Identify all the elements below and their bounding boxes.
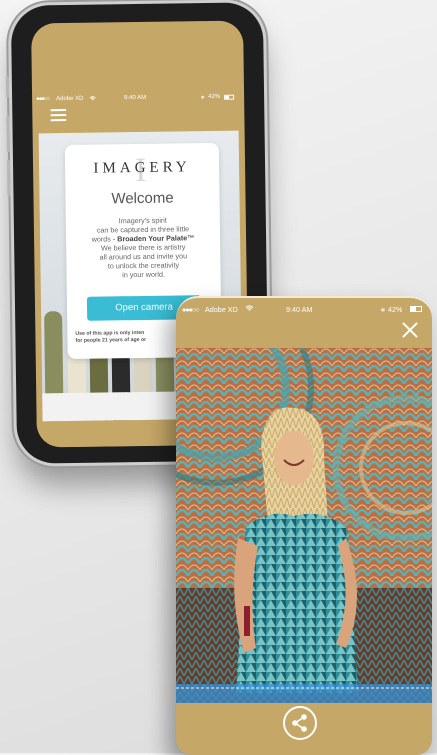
wifi-icon xyxy=(245,305,254,314)
side-button xyxy=(5,75,10,98)
menu-icon[interactable] xyxy=(50,109,67,122)
close-icon[interactable] xyxy=(402,322,418,338)
status-bar: ●●●○○ Adobe XD 9:40 AM ∗ 42% xyxy=(176,302,432,318)
status-time: 9:40 AM xyxy=(286,305,313,314)
battery-icon xyxy=(410,306,422,312)
bluetooth-icon: ∗ xyxy=(200,95,206,102)
welcome-body: Imagery's spirit can be captured in thre… xyxy=(76,215,211,280)
carrier-name: Adobe XD xyxy=(56,95,84,103)
status-time: 9:40 AM xyxy=(124,94,147,102)
body-line-prefix: words - xyxy=(91,234,118,244)
bluetooth-icon: ∗ xyxy=(380,305,387,314)
front-phone-screen: ●●●○○ Adobe XD 9:40 AM ∗ 42% xyxy=(176,296,432,755)
wifi-icon xyxy=(89,96,96,104)
battery-percent: 42% xyxy=(208,93,221,101)
status-bar: ●●●○○ Adobe XD 9:40 AM ∗ 42% xyxy=(32,89,244,110)
welcome-title: Welcome xyxy=(111,189,174,208)
carrier-name: Adobe XD xyxy=(205,305,238,314)
volume-up-button xyxy=(6,115,10,152)
signal-icon: ●●●○○ xyxy=(36,96,50,103)
share-button[interactable] xyxy=(283,706,317,740)
share-icon xyxy=(292,714,307,732)
volume-down-button xyxy=(6,159,11,196)
signal-icon: ●●●○○ xyxy=(182,305,200,314)
imagery-logo: IMAGERY xyxy=(93,159,191,177)
battery-percent: 42% xyxy=(388,305,403,314)
battery-icon xyxy=(224,94,235,100)
artistic-filtered-photo xyxy=(176,348,432,703)
body-line: in your world. xyxy=(122,269,166,280)
